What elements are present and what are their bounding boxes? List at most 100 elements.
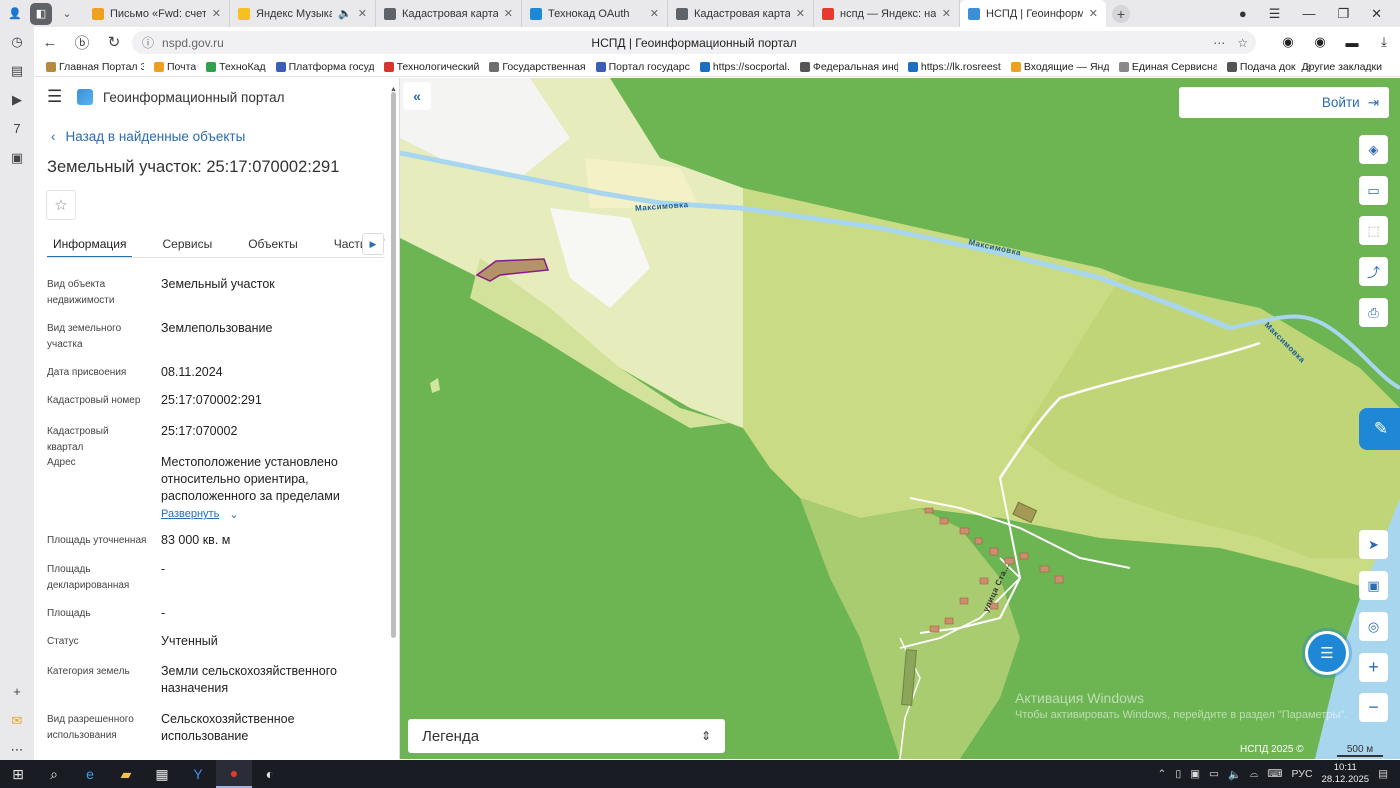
bookmark-item[interactable]: https://lk.rosreest xyxy=(907,61,1001,73)
browser-tab[interactable]: нспд — Яндекс: нашлось ✕ xyxy=(814,0,960,27)
bookmark-item[interactable]: Платформа госуд xyxy=(275,61,374,73)
bookmark-item[interactable]: Почта xyxy=(154,61,196,73)
info-tab[interactable]: Информация xyxy=(47,228,133,257)
tabs-scroll-right-button[interactable]: ▶ xyxy=(362,233,384,255)
add-icon[interactable]: + xyxy=(0,677,34,706)
menu-icon[interactable]: ☰ xyxy=(1269,6,1281,22)
minimap-button[interactable]: ▣ xyxy=(1359,571,1388,600)
download-icon[interactable]: ⤓ xyxy=(1374,32,1394,52)
start-button[interactable]: ⊞ xyxy=(0,760,36,788)
share-button[interactable]: ⤴ xyxy=(1359,257,1388,286)
account-icon[interactable]: ● xyxy=(1239,6,1247,21)
close-tab-icon[interactable]: ✕ xyxy=(1089,7,1098,20)
extension-icon[interactable]: ▬ xyxy=(1342,32,1362,52)
bookmark-item[interactable]: Государственная xyxy=(489,61,586,73)
chat-button[interactable]: ☰ xyxy=(1305,631,1349,675)
minimize-button[interactable]: — xyxy=(1302,6,1315,21)
language-indicator[interactable]: РУС xyxy=(1292,768,1313,780)
bookmark-item[interactable]: Единая Сервисная xyxy=(1118,61,1217,73)
measure-button[interactable]: ▭ xyxy=(1359,176,1388,205)
bookmark-item[interactable]: Главная Портал З xyxy=(46,61,144,73)
bookmark-item[interactable]: Подача док xyxy=(1226,61,1296,73)
site-info-icon[interactable]: ⓘ xyxy=(142,34,154,51)
feedback-button[interactable]: ✎ xyxy=(1359,408,1400,450)
zoom-in-button[interactable]: + xyxy=(1359,653,1388,682)
login-button[interactable]: Войти ⇥ xyxy=(1179,87,1389,118)
favorite-star-button[interactable]: ☆ xyxy=(46,190,76,220)
bookmark-item[interactable]: Портал государс xyxy=(595,61,690,73)
file-explorer-icon[interactable]: ▰ xyxy=(108,760,144,788)
map-area[interactable]: Максимовка Максимовка Максимовка улица С… xyxy=(400,78,1400,759)
bookmark-item[interactable]: https://socportal. xyxy=(699,61,790,73)
shield-icon[interactable]: ▣ xyxy=(1190,768,1200,780)
search-icon[interactable]: ⌕ xyxy=(36,760,72,788)
bookmark-item[interactable]: Технологический xyxy=(383,61,479,73)
close-window-button[interactable]: ✕ xyxy=(1371,6,1382,22)
print-button[interactable]: ⎙ xyxy=(1359,298,1388,327)
collections-icon[interactable]: ▤ xyxy=(0,56,34,85)
layers-button[interactable]: ◈ xyxy=(1359,135,1388,164)
clock[interactable]: 10:11 28.12.2025 xyxy=(1322,762,1370,786)
map-canvas[interactable] xyxy=(400,78,1400,759)
extension-icon[interactable]: ◉ xyxy=(1310,32,1330,52)
legend-dropdown[interactable]: Легенда ⇕ xyxy=(408,719,725,753)
back-to-results-link[interactable]: ‹ Назад в найденные объекты xyxy=(51,129,245,144)
close-tab-icon[interactable]: ✕ xyxy=(358,7,367,20)
locate-button[interactable]: ◎ xyxy=(1359,612,1388,641)
keyboard-icon[interactable]: ⌨ xyxy=(1267,768,1282,780)
chevron-up-icon[interactable]: ⌃ xyxy=(1158,768,1167,780)
browser-tab[interactable]: Письмо «Fwd: счет за декабрь» ✕ xyxy=(84,0,230,27)
select-area-button[interactable]: ⬚ xyxy=(1359,216,1388,245)
more-icon[interactable]: ⋯ xyxy=(1213,36,1225,50)
extension-icon[interactable]: ◉ xyxy=(1278,32,1298,52)
screenshot-icon[interactable]: ▣ xyxy=(0,143,34,172)
network-icon[interactable]: ⌓ xyxy=(1250,768,1258,781)
restore-button[interactable]: ❐ xyxy=(1337,6,1349,22)
hamburger-menu-icon[interactable]: ☰ xyxy=(47,87,67,107)
history-icon[interactable]: ◷ xyxy=(0,27,34,56)
close-tab-icon[interactable]: ✕ xyxy=(504,7,513,20)
bookmark-item[interactable]: Федеральная инф xyxy=(799,61,898,73)
reader-icon[interactable]: ⓑ xyxy=(66,27,98,57)
panel-scrollbar[interactable]: ▲ xyxy=(390,86,397,752)
navigate-button[interactable]: ➤ xyxy=(1359,530,1388,559)
other-bookmarks[interactable]: Другие закладки xyxy=(1302,61,1382,73)
tabs-menu-icon[interactable]: ◧ xyxy=(30,2,52,25)
close-tab-icon[interactable]: ✕ xyxy=(650,7,659,20)
scrollbar-thumb[interactable] xyxy=(391,92,396,638)
browser-tab[interactable]: НСПД | Геоинформационный портал ✕ xyxy=(960,0,1106,27)
audio-icon[interactable]: 🔈 xyxy=(338,7,352,20)
profile-icon[interactable]: 👤 xyxy=(4,3,26,25)
close-tab-icon[interactable]: ✕ xyxy=(796,7,805,20)
browser-tab[interactable]: Яндекс Музыка — собираем 🔈 ✕ xyxy=(230,0,376,27)
close-tab-icon[interactable]: ✕ xyxy=(212,7,221,20)
browser-tab[interactable]: Кадастровая карта Сибири ✕ xyxy=(376,0,522,27)
edge-icon[interactable]: e xyxy=(72,760,108,788)
reload-icon[interactable]: ↻ xyxy=(98,27,130,57)
new-tab-button[interactable]: + xyxy=(1112,4,1130,23)
browser-tab[interactable]: Технокад OAuth ✕ xyxy=(522,0,668,27)
calendar-icon[interactable]: 7 xyxy=(0,114,34,143)
mail-icon[interactable]: ✉ xyxy=(0,706,34,735)
bookmark-item[interactable]: Входящие — Янде xyxy=(1010,61,1109,73)
yandex-browser-icon[interactable]: Y xyxy=(180,760,216,788)
collapse-panel-button[interactable]: « xyxy=(403,82,431,110)
back-icon[interactable]: ← xyxy=(34,27,66,57)
video-icon[interactable]: ▶ xyxy=(0,85,34,114)
app-icon[interactable]: ▦ xyxy=(144,760,180,788)
browser-tab[interactable]: Кадастровая карта Сибири ✕ xyxy=(668,0,814,27)
chevron-down-icon[interactable]: ⌄ xyxy=(56,3,78,25)
url-field[interactable]: ⓘ nspd.gov.ru НСПД | Геоинформационный п… xyxy=(132,31,1256,54)
yandex-icon[interactable]: ● xyxy=(216,760,252,788)
info-tab[interactable]: Объекты xyxy=(242,228,304,257)
display-icon[interactable]: ▭ xyxy=(1209,768,1219,780)
expand-address-link[interactable]: Развернуть ⌄ xyxy=(161,508,239,521)
usb-icon[interactable]: ▯ xyxy=(1175,768,1181,780)
app-icon[interactable]: ◐ xyxy=(252,760,288,788)
close-tab-icon[interactable]: ✕ xyxy=(942,7,951,20)
bookmark-icon[interactable]: ☆ xyxy=(1237,36,1248,50)
volume-icon[interactable]: 🔈 xyxy=(1228,768,1241,781)
bookmark-item[interactable]: ТехноКад xyxy=(206,61,266,73)
zoom-out-button[interactable]: − xyxy=(1359,693,1388,722)
notifications-icon[interactable]: ▤ xyxy=(1378,768,1388,780)
